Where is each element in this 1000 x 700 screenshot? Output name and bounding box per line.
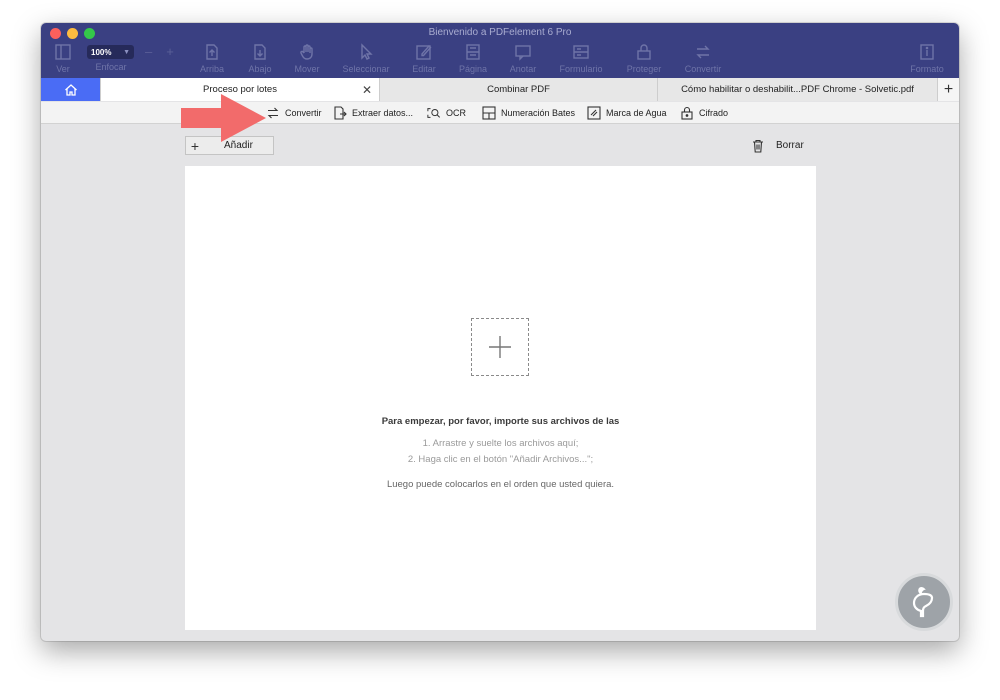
cursor-icon: [336, 41, 396, 63]
drop-target[interactable]: [471, 318, 529, 376]
drop-instructions-title: Para empezar, por favor, importe sus arc…: [381, 416, 620, 427]
toolbar-annotate-button[interactable]: Anotar: [493, 41, 553, 75]
batch-ocr-button[interactable]: OCR: [427, 105, 466, 121]
add-tab-button[interactable]: +: [937, 78, 959, 101]
lock-icon: [614, 41, 674, 63]
tab-label: Combinar PDF: [487, 84, 550, 95]
lock-icon: [681, 106, 693, 120]
toolbar-convert-button[interactable]: Convertir: [673, 41, 733, 75]
view-icon: [41, 41, 93, 63]
main-toolbar: Ver 100% ▼ –+ Enfocar Arriba Abajo Mover…: [41, 41, 959, 78]
home-icon: [64, 83, 77, 96]
title-bar: Bienvenido a PDFelement 6 Pro Ver 100% ▼…: [41, 23, 959, 78]
extract-icon: [334, 106, 347, 120]
delete-button[interactable]: Borrar: [751, 136, 804, 155]
toolbar-form-button[interactable]: Formulario: [551, 41, 611, 75]
drop-step: 2. Haga clic en el botón "Añadir Archivo…: [407, 454, 594, 465]
convert-icon: [673, 41, 733, 63]
toolbar-focus-button[interactable]: Enfocar: [81, 61, 141, 73]
batch-encrypt-button[interactable]: Cifrado: [680, 105, 728, 121]
zoom-value: 100%: [91, 47, 112, 57]
toolbar-protect-button[interactable]: Proteger: [614, 41, 674, 75]
hand-icon: [277, 41, 337, 63]
window-title: Bienvenido a PDFelement 6 Pro: [428, 27, 572, 38]
annotate-icon: [493, 41, 553, 63]
tab-home[interactable]: [41, 78, 100, 101]
batch-toolbar: Convertir Extraer datos... OCR Numeració…: [41, 102, 959, 124]
ocr-icon: [427, 108, 441, 118]
close-icon[interactable]: ✕: [362, 83, 372, 97]
solvetic-logo-icon: [912, 586, 934, 618]
tab-combine-pdf[interactable]: Combinar PDF: [379, 78, 657, 101]
tab-document[interactable]: Cómo habilitar o deshabilit...PDF Chrome…: [657, 78, 937, 101]
batch-extract-data-button[interactable]: Extraer datos...: [333, 105, 413, 121]
chevron-down-icon: ▼: [123, 48, 130, 56]
tab-label: Cómo habilitar o deshabilit...PDF Chrome…: [681, 84, 914, 95]
toolbar-move-button[interactable]: Mover: [277, 41, 337, 75]
batch-watermark-button[interactable]: Marca de Agua: [587, 105, 667, 121]
zoom-select[interactable]: 100% ▼: [87, 45, 134, 59]
batch-bates-button[interactable]: Numeración Bates: [482, 105, 575, 121]
form-icon: [551, 41, 611, 63]
tab-bar: Proceso por lotes ✕ Combinar PDF Cómo ha…: [41, 78, 959, 101]
annotation-arrow-icon: [181, 94, 266, 142]
convert-icon: [267, 107, 279, 119]
zoom-out-icon[interactable]: –: [145, 44, 166, 59]
file-drop-area[interactable]: Para empezar, por favor, importe sus arc…: [185, 166, 816, 630]
watermark-icon: [587, 106, 601, 120]
trash-icon: [753, 139, 763, 153]
drop-step: 1. Arrastre y suelte los archivos aquí;: [422, 438, 579, 449]
bates-icon: [482, 106, 496, 120]
batch-convert-button[interactable]: Convertir: [266, 105, 322, 121]
app-window: Bienvenido a PDFelement 6 Pro Ver 100% ▼…: [41, 23, 959, 641]
drop-note: Luego puede colocarlos en el orden que u…: [386, 479, 615, 490]
format-icon: [897, 41, 957, 63]
watermark-logo: [895, 573, 953, 631]
toolbar-select-button[interactable]: Seleccionar: [336, 41, 396, 75]
plus-icon: [489, 336, 511, 358]
toolbar-format-button[interactable]: Formato: [897, 41, 957, 75]
